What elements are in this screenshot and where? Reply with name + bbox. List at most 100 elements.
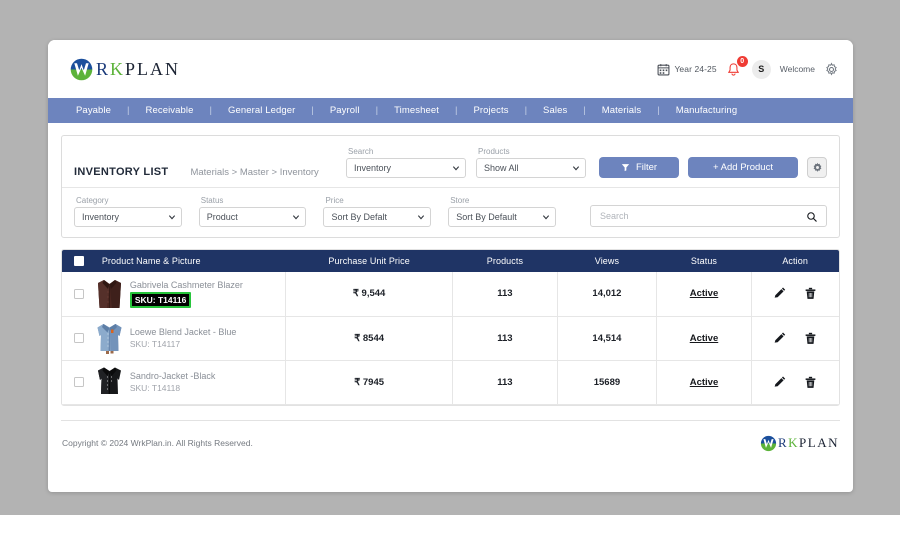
table-row[interactable]: Loewe Blend Jacket - Blue SKU: T14117 ₹ … [62,316,839,361]
trash-icon[interactable] [804,287,817,300]
views-count: 15689 [557,360,658,405]
action-cell [751,272,839,317]
chevron-down-icon [293,215,300,220]
trash-icon[interactable] [804,332,817,345]
page-title: INVENTORY LIST [74,166,169,178]
category-field: Category Inventory [74,196,182,227]
nav-item-projects[interactable]: Projects [457,105,524,116]
nav-item-manufacturing[interactable]: Manufacturing [660,105,754,116]
status-badge[interactable]: Active [690,288,719,299]
row-checkbox[interactable] [73,333,84,343]
purchase-unit-price: ₹ 9,544 [285,272,454,317]
column-purchase-unit-price[interactable]: Purchase Unit Price [285,250,453,272]
notification-badge: 0 [736,55,748,67]
search-input-placeholder: Search [599,211,629,221]
status-cell[interactable]: Active [656,316,752,361]
search-type-label: Search [348,147,374,156]
search-type-value: Inventory [354,163,392,173]
notifications-button[interactable]: 0 [726,55,748,79]
gear-icon[interactable] [824,62,839,77]
row-select-cell[interactable] [62,272,96,317]
avatar-initial: S [758,64,765,74]
chevron-down-icon [542,215,550,220]
row-select-cell[interactable] [62,316,96,361]
funnel-icon [621,164,630,172]
filter-row-secondary: Category Inventory Status Product Price [62,188,839,237]
logo-letter-k: K [788,435,800,450]
calendar-icon [657,63,670,75]
nav-item-sales[interactable]: Sales [527,105,583,116]
search-icon[interactable] [806,211,818,223]
product-sku: SKU: T14118 [129,383,181,393]
products-filter-value: Show All [484,163,519,173]
status-badge[interactable]: Active [690,333,719,344]
search-input[interactable]: Search [589,205,828,227]
products-filter-select[interactable]: Show All [476,158,586,178]
logo-letters-plan: PLAN [125,58,181,79]
status-badge[interactable]: Active [690,377,719,388]
price-sort-select[interactable]: Sort By Defalt [323,207,432,227]
category-label: Category [76,196,109,205]
pencil-icon[interactable] [773,332,786,345]
welcome-label: Welcome [779,64,815,74]
status-cell[interactable]: Active [656,272,752,317]
status-cell[interactable]: Active [656,360,752,405]
nav-item-receivable[interactable]: Receivable [130,105,210,116]
column-views[interactable]: Views [557,250,657,272]
nav-item-payroll[interactable]: Payroll [314,105,376,116]
avatar[interactable]: S [751,59,771,79]
table-row[interactable]: Sandro-Jacket -Black SKU: T14118 ₹ 7945 … [62,360,839,405]
page-header: INVENTORY LIST Materials > Master > Inve… [74,166,319,178]
row-select-cell[interactable] [62,360,96,405]
logo-wordmark: RKPLAN [96,59,180,80]
product-name: Gabrivela Cashmeter Blazer [129,279,243,290]
views-count: 14,514 [557,316,658,361]
select-all-header[interactable] [62,250,96,272]
add-product-button-label: + Add Product [713,162,773,173]
pencil-icon[interactable] [773,287,786,300]
top-bar-actions: Year 24-25 0 S Welcome [657,55,839,79]
pencil-icon[interactable] [773,376,786,389]
products-count: 113 [452,316,558,361]
logo-letter-r: R [96,58,111,79]
nav-item-timesheet[interactable]: Timesheet [378,105,455,116]
blazer-brown-thumbnail-icon [97,279,121,308]
product-sku: SKU: T14116 [129,291,192,308]
w-circle-logo-icon [760,435,777,451]
nav-item-payable[interactable]: Payable [60,105,127,116]
add-product-button[interactable]: + Add Product [688,157,798,178]
table-row[interactable]: Gabrivela Cashmeter Blazer SKU: T14116 ₹… [62,272,839,317]
search-type-select[interactable]: Inventory [346,158,466,178]
column-status[interactable]: Status [656,250,752,272]
category-select[interactable]: Inventory [74,207,182,227]
status-select[interactable]: Product [198,207,307,227]
column-products[interactable]: Products [452,250,558,272]
price-sort-label: Price [325,196,344,205]
page-content: INVENTORY LIST Materials > Master > Inve… [48,123,853,466]
nav-item-materials[interactable]: Materials [586,105,657,116]
table-settings-button[interactable] [807,157,827,178]
category-value: Inventory [82,212,120,222]
purchase-unit-price: ₹ 7945 [285,360,454,405]
select-all-checkbox[interactable] [73,256,84,267]
trash-icon[interactable] [804,376,817,389]
store-sort-value: Sort By Default [456,212,517,222]
filter-button[interactable]: Filter [599,157,679,178]
app-logo[interactable]: RKPLAN [68,56,180,83]
gear-icon [813,162,821,172]
store-sort-select[interactable]: Sort By Default [448,207,556,227]
fiscal-year-selector[interactable]: Year 24-25 [657,63,717,76]
nav-item-general-ledger[interactable]: General Ledger [212,105,311,116]
footer-logo: RKPLAN [759,434,839,453]
chevron-down-icon [418,215,425,220]
jacket-black-thumbnail-icon [97,367,121,394]
product-name: Loewe Blend Jacket - Blue [129,327,237,337]
row-checkbox[interactable] [73,377,84,387]
row-checkbox[interactable] [73,288,84,299]
purchase-unit-price: ₹ 8544 [285,316,454,361]
product-cell: Loewe Blend Jacket - Blue SKU: T14117 [95,316,287,361]
logo-letter-k: K [110,58,126,79]
column-product-name[interactable]: Product Name & Picture [95,250,286,272]
store-sort-field: Store Sort By Default [448,196,556,227]
product-cell: Sandro-Jacket -Black SKU: T14118 [95,360,287,405]
